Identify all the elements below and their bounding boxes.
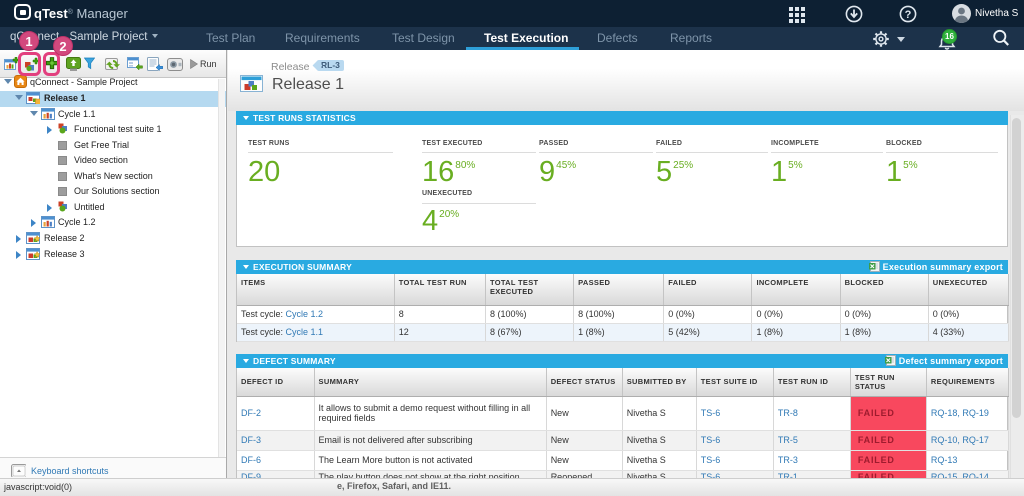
svg-text:?: ? — [905, 9, 912, 21]
